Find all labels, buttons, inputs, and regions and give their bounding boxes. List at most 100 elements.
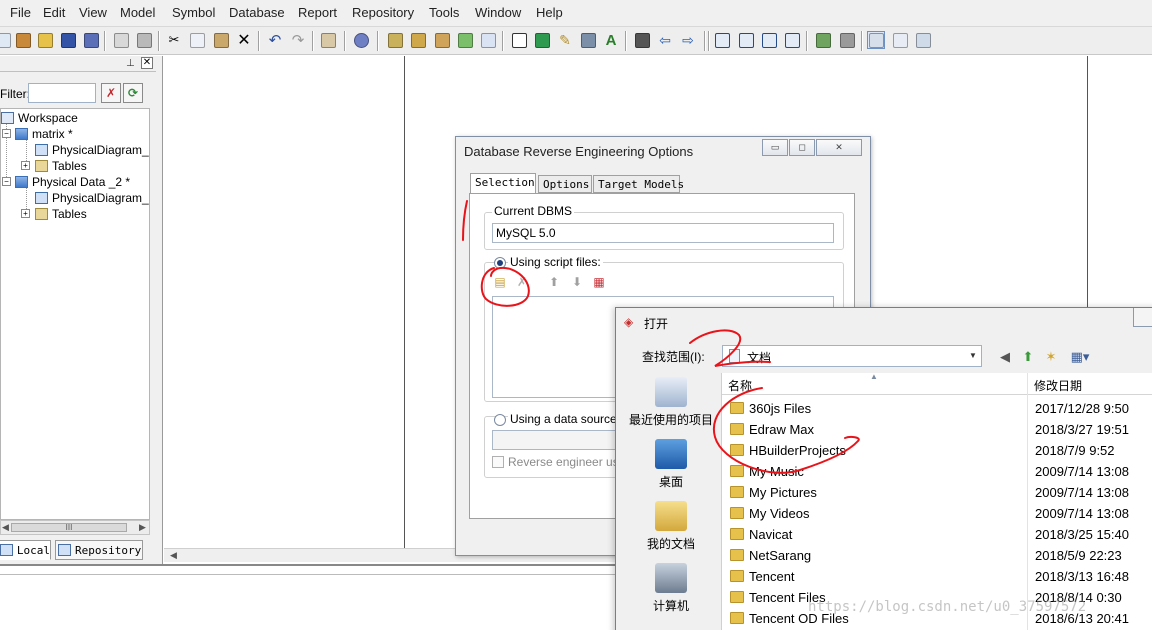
file-row[interactable]: HBuilderProjects 2018/7/9 9:52 <box>722 440 1152 461</box>
output-toggle-icon[interactable] <box>891 31 909 49</box>
view-menu-icon[interactable]: ▦▾ <box>1067 348 1093 366</box>
file-row[interactable]: Navicat 2018/3/25 15:40 <box>722 524 1152 545</box>
print-preview-icon[interactable] <box>112 31 130 49</box>
refresh-icon[interactable] <box>456 31 474 49</box>
new-model-icon[interactable] <box>14 31 32 49</box>
menu-window[interactable]: Window <box>475 5 521 20</box>
scroll-thumb[interactable]: III <box>11 523 127 532</box>
close-panel-button[interactable]: ✕ <box>141 57 153 69</box>
tree-node-matrix[interactable]: matrix * <box>15 126 73 141</box>
tab-target-models[interactable]: Target Models <box>593 175 684 193</box>
fill-icon[interactable] <box>579 31 597 49</box>
file-row[interactable]: NetSarang 2018/5/9 22:23 <box>722 545 1152 566</box>
properties-icon[interactable] <box>319 31 337 49</box>
tree-node-physical-data-2[interactable]: Physical Data _2 * <box>15 174 130 189</box>
clear-filter-icon[interactable]: ✗ <box>101 83 121 103</box>
close-button[interactable] <box>1133 308 1152 327</box>
scroll-left-icon[interactable]: ◀ <box>2 522 9 533</box>
rectangle-icon[interactable] <box>510 31 528 49</box>
clear-all-icon[interactable]: ▦ <box>591 274 607 290</box>
menu-repository[interactable]: Repository <box>352 5 414 20</box>
tree-node-physical-diagram[interactable]: PhysicalDiagram_1 <box>35 142 149 157</box>
open-icon[interactable] <box>36 31 54 49</box>
print-icon[interactable] <box>135 31 153 49</box>
align-left-icon[interactable] <box>783 31 801 49</box>
move-up-icon[interactable]: ⬆ <box>546 274 562 290</box>
menu-view[interactable]: View <box>79 5 107 20</box>
close-button[interactable]: ✕ <box>816 139 862 156</box>
new-icon[interactable] <box>0 31 12 49</box>
lock-icon[interactable] <box>838 31 856 49</box>
result-list-icon[interactable] <box>914 31 932 49</box>
file-row[interactable]: Edraw Max 2018/3/27 19:51 <box>722 419 1152 440</box>
scroll-right-icon[interactable]: ▶ <box>139 522 146 533</box>
package-icon[interactable] <box>386 31 404 49</box>
place-computer[interactable]: 计算机 <box>621 563 721 614</box>
using-data-source-radio[interactable] <box>494 414 506 426</box>
collapse-icon[interactable]: − <box>2 177 11 186</box>
back-icon[interactable]: ◀ <box>996 348 1014 366</box>
look-in-dropdown[interactable]: 文档 ▼ <box>722 345 982 367</box>
menu-help[interactable]: Help <box>536 5 563 20</box>
place-desktop[interactable]: 桌面 <box>621 439 721 490</box>
file-row[interactable]: My Videos 2009/7/14 13:08 <box>722 503 1152 524</box>
tree-node-physical-diagram[interactable]: PhysicalDiagram_1 <box>35 190 149 205</box>
file-row[interactable]: My Pictures 2009/7/14 13:08 <box>722 482 1152 503</box>
align-bottom-icon[interactable] <box>760 31 778 49</box>
tree-node-tables[interactable]: Tables <box>35 206 87 221</box>
save-icon[interactable] <box>59 31 77 49</box>
menu-model[interactable]: Model <box>120 5 155 20</box>
place-recent-items[interactable]: 最近使用的项目 <box>621 377 721 428</box>
maximize-button[interactable]: ◻ <box>789 139 815 156</box>
file-row[interactable]: My Music 2009/7/14 13:08 <box>722 461 1152 482</box>
tree-node-tables[interactable]: Tables <box>35 158 87 173</box>
tree-node-workspace[interactable]: Workspace <box>1 110 78 125</box>
undo-icon[interactable]: ↶ <box>266 31 284 49</box>
menu-symbol[interactable]: Symbol <box>172 5 215 20</box>
menu-tools[interactable]: Tools <box>429 5 459 20</box>
tab-repository[interactable]: Repository <box>55 540 143 560</box>
format-icon[interactable] <box>633 31 651 49</box>
up-folder-icon[interactable]: ⬆ <box>1019 348 1037 366</box>
pen-icon[interactable]: ✎ <box>556 31 574 49</box>
expand-icon[interactable]: + <box>21 209 30 218</box>
browser-horizontal-scrollbar[interactable]: ◀ III ▶ <box>0 520 150 535</box>
expand-icon[interactable]: + <box>21 161 30 170</box>
add-file-icon[interactable]: ▤ <box>492 274 508 290</box>
menu-file[interactable]: File <box>10 5 31 20</box>
reverse-engineer-checkbox[interactable] <box>492 456 504 468</box>
collapse-icon[interactable]: − <box>2 129 11 138</box>
file-row[interactable]: 360js Files 2017/12/28 9:50 <box>722 398 1152 419</box>
refresh-filter-icon[interactable]: ⟳ <box>123 83 143 103</box>
menu-report[interactable]: Report <box>298 5 337 20</box>
using-script-files-radio[interactable] <box>494 257 506 269</box>
paste-icon[interactable] <box>212 31 230 49</box>
tab-selection[interactable]: Selection <box>470 173 536 194</box>
font-icon[interactable]: A <box>602 31 620 49</box>
arrow-right-icon[interactable]: ⇨ <box>679 31 697 49</box>
check-model-icon[interactable] <box>433 31 451 49</box>
place-my-documents[interactable]: 我的文档 <box>621 501 721 552</box>
file-row[interactable]: Tencent 2018/3/13 16:48 <box>722 566 1152 587</box>
new-folder-icon[interactable]: ✶ <box>1042 348 1060 366</box>
move-down-icon[interactable]: ⬇ <box>569 274 585 290</box>
browser-toggle-icon[interactable] <box>867 31 885 49</box>
minimize-button[interactable]: ▭ <box>762 139 788 156</box>
redo-icon[interactable]: ↷ <box>289 31 307 49</box>
menu-database[interactable]: Database <box>229 5 285 20</box>
delete-icon[interactable]: ✕ <box>235 31 253 49</box>
pin-icon[interactable]: ⊥ <box>126 58 135 69</box>
tab-local[interactable]: Local <box>0 540 51 560</box>
impact-icon[interactable] <box>409 31 427 49</box>
repository-icon[interactable] <box>352 31 370 49</box>
remove-file-icon[interactable]: ✗ <box>514 274 530 290</box>
generate-icon[interactable] <box>479 31 497 49</box>
cut-icon[interactable]: ✂ <box>165 31 183 49</box>
scroll-left-icon[interactable]: ◀ <box>170 550 177 561</box>
align-top-icon[interactable] <box>713 31 731 49</box>
filter-input[interactable] <box>28 83 96 103</box>
menu-edit[interactable]: Edit <box>43 5 65 20</box>
text-tool-icon[interactable] <box>533 31 551 49</box>
column-header-date[interactable]: 修改日期 <box>1028 373 1152 395</box>
tab-options[interactable]: Options <box>538 175 592 193</box>
